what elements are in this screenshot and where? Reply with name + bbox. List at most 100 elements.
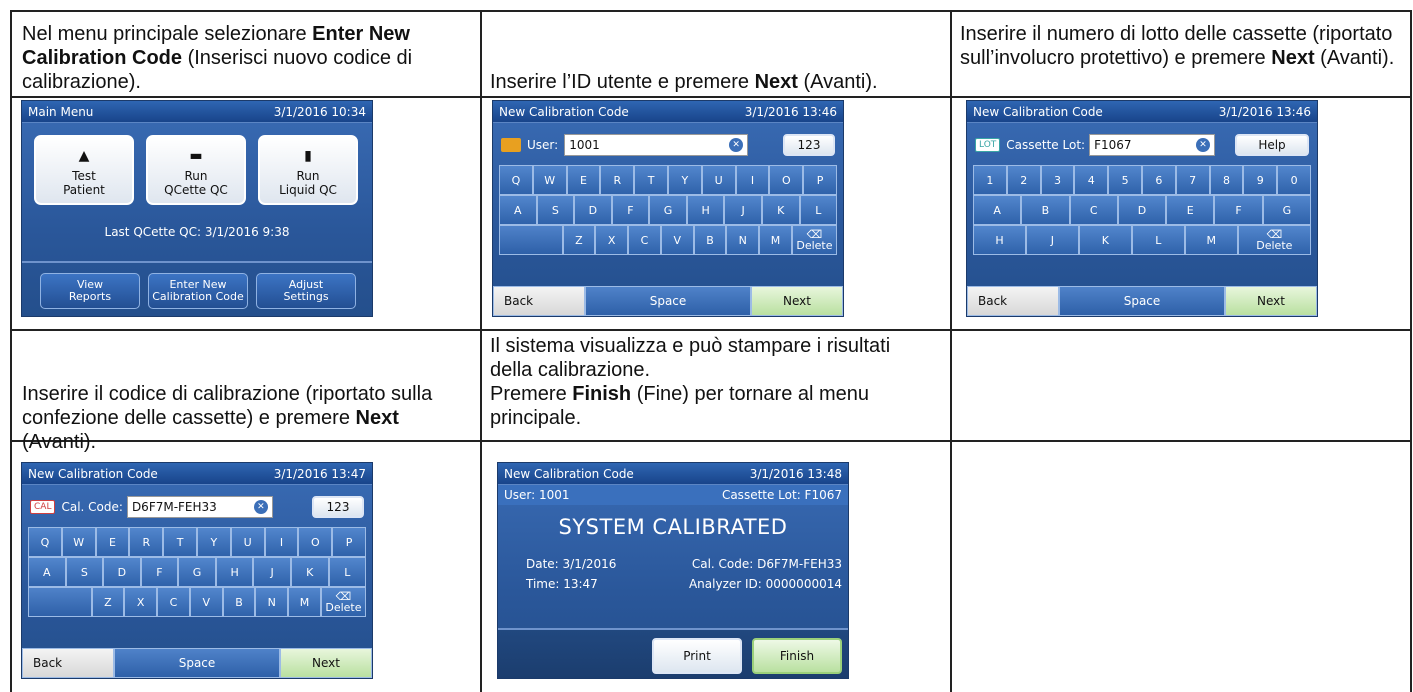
print-button[interactable]: Print [652, 638, 742, 674]
user-id-input[interactable]: 1001 ✕ [564, 134, 749, 156]
key-r[interactable]: R [600, 165, 635, 195]
blank-key[interactable] [499, 225, 563, 255]
key-y[interactable]: Y [196, 527, 231, 557]
key-m[interactable]: M [1184, 225, 1238, 255]
back-button[interactable]: Back [967, 286, 1059, 316]
key-l[interactable]: L [799, 195, 838, 225]
delete-key[interactable]: ⌫ Delete [320, 587, 366, 617]
clear-icon[interactable]: ✕ [729, 138, 744, 152]
key-o[interactable]: O [769, 165, 804, 195]
key-p[interactable]: P [803, 165, 837, 195]
test-patient-button[interactable]: ▲ Test Patient [34, 135, 134, 205]
key-w[interactable]: W [61, 527, 96, 557]
key-g[interactable]: G [178, 557, 216, 587]
key-l[interactable]: L [328, 557, 367, 587]
adjust-settings-button[interactable]: Adjust Settings [256, 273, 356, 309]
key-t[interactable]: T [634, 165, 668, 195]
key-h[interactable]: H [215, 557, 254, 587]
numeric-mode-button[interactable]: 123 [312, 496, 364, 518]
key-d[interactable]: D [574, 195, 612, 225]
key-6[interactable]: 6 [1141, 165, 1176, 195]
key-b[interactable]: B [222, 587, 256, 617]
key-4[interactable]: 4 [1074, 165, 1109, 195]
key-a[interactable]: A [28, 557, 66, 587]
key-s[interactable]: S [536, 195, 575, 225]
key-h[interactable]: H [686, 195, 725, 225]
key-7[interactable]: 7 [1175, 165, 1210, 195]
back-button[interactable]: Back [22, 648, 114, 678]
key-e[interactable]: E [566, 165, 601, 195]
delete-key[interactable]: ⌫ Delete [791, 225, 837, 255]
next-button[interactable]: Next [751, 286, 843, 316]
blank-key[interactable] [28, 587, 92, 617]
space-key[interactable]: Space [1059, 286, 1225, 316]
key-2[interactable]: 2 [1006, 165, 1041, 195]
help-button[interactable]: Help [1235, 134, 1309, 156]
key-d[interactable]: D [103, 557, 141, 587]
calibration-code-input[interactable]: D6F7M-FEH33 ✕ [126, 496, 273, 518]
key-y[interactable]: Y [667, 165, 702, 195]
key-q[interactable]: Q [499, 165, 533, 195]
next-button[interactable]: Next [1225, 286, 1317, 316]
key-j[interactable]: J [253, 557, 291, 587]
key-h[interactable]: H [973, 225, 1026, 255]
key-1[interactable]: 1 [973, 165, 1007, 195]
view-reports-button[interactable]: View Reports [40, 273, 140, 309]
run-liquid-qc-button[interactable]: ▮ Run Liquid QC [258, 135, 358, 205]
key-j[interactable]: J [1025, 225, 1079, 255]
key-e[interactable]: E [95, 527, 130, 557]
key-f[interactable]: F [1214, 195, 1263, 225]
key-q[interactable]: Q [28, 527, 62, 557]
key-l[interactable]: L [1131, 225, 1185, 255]
key-9[interactable]: 9 [1243, 165, 1278, 195]
key-b[interactable]: B [693, 225, 727, 255]
space-key[interactable]: Space [114, 648, 280, 678]
next-button[interactable]: Next [280, 648, 372, 678]
delete-key[interactable]: ⌫ Delete [1237, 225, 1311, 255]
key-b[interactable]: B [1021, 195, 1070, 225]
key-c[interactable]: C [157, 587, 190, 617]
key-u[interactable]: U [230, 527, 265, 557]
key-3[interactable]: 3 [1040, 165, 1075, 195]
key-f[interactable]: F [140, 557, 179, 587]
key-k[interactable]: K [761, 195, 800, 225]
key-5[interactable]: 5 [1108, 165, 1142, 195]
key-g[interactable]: G [1262, 195, 1311, 225]
key-z[interactable]: Z [562, 225, 596, 255]
key-w[interactable]: W [532, 165, 567, 195]
cassette-lot-input[interactable]: F1067 ✕ [1089, 134, 1216, 156]
key-0[interactable]: 0 [1277, 165, 1311, 195]
key-e[interactable]: E [1166, 195, 1215, 225]
key-n[interactable]: N [255, 587, 289, 617]
clear-icon[interactable]: ✕ [1196, 138, 1211, 152]
key-f[interactable]: F [611, 195, 650, 225]
enter-new-calibration-code-button[interactable]: Enter New Calibration Code [148, 273, 248, 309]
key-k[interactable]: K [1078, 225, 1132, 255]
key-i[interactable]: I [735, 165, 770, 195]
key-x[interactable]: X [595, 225, 629, 255]
key-n[interactable]: N [726, 225, 760, 255]
key-j[interactable]: J [724, 195, 762, 225]
key-v[interactable]: V [660, 225, 694, 255]
key-d[interactable]: D [1117, 195, 1167, 225]
key-m[interactable]: M [759, 225, 792, 255]
key-p[interactable]: P [332, 527, 366, 557]
key-i[interactable]: I [264, 527, 299, 557]
space-key[interactable]: Space [585, 286, 751, 316]
key-m[interactable]: M [288, 587, 321, 617]
numeric-mode-button[interactable]: 123 [783, 134, 835, 156]
key-g[interactable]: G [649, 195, 687, 225]
run-qcette-qc-button[interactable]: ▬ Run QCette QC [146, 135, 246, 205]
key-u[interactable]: U [701, 165, 736, 195]
key-a[interactable]: A [973, 195, 1022, 225]
key-a[interactable]: A [499, 195, 537, 225]
key-r[interactable]: R [129, 527, 164, 557]
key-z[interactable]: Z [91, 587, 125, 617]
key-k[interactable]: K [290, 557, 329, 587]
key-v[interactable]: V [189, 587, 223, 617]
key-c[interactable]: C [628, 225, 661, 255]
clear-icon[interactable]: ✕ [253, 500, 268, 514]
key-8[interactable]: 8 [1209, 165, 1244, 195]
key-t[interactable]: T [163, 527, 197, 557]
finish-button[interactable]: Finish [752, 638, 842, 674]
